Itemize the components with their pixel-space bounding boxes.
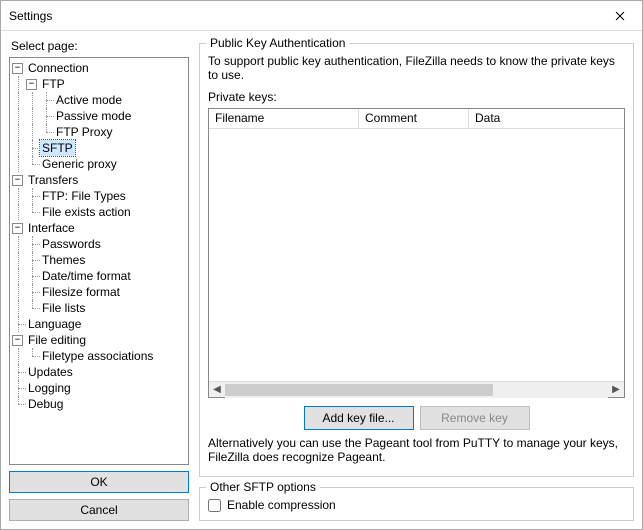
private-keys-list[interactable]: Filename Comment Data ◀ ▶ xyxy=(208,108,625,398)
remove-key-button[interactable]: Remove key xyxy=(420,406,530,430)
private-keys-label: Private keys: xyxy=(208,90,625,104)
tree-item-themes[interactable]: Themes xyxy=(40,252,87,268)
page-tree[interactable]: − Connection − FTP Ac xyxy=(9,57,189,465)
group-public-key-auth: Public Key Authentication To support pub… xyxy=(199,43,634,477)
alternative-text: Alternatively you can use the Pageant to… xyxy=(208,436,625,464)
add-key-file-button[interactable]: Add key file... xyxy=(304,406,414,430)
horizontal-scrollbar[interactable]: ◀ ▶ xyxy=(209,381,624,397)
tree-item-debug[interactable]: Debug xyxy=(26,396,65,412)
tree-item-logging[interactable]: Logging xyxy=(26,380,73,396)
tree-item-language[interactable]: Language xyxy=(26,316,83,332)
close-icon xyxy=(615,11,625,21)
select-page-label: Select page: xyxy=(11,39,189,53)
tree-item-active-mode[interactable]: Active mode xyxy=(54,92,124,108)
col-data[interactable]: Data xyxy=(469,109,624,128)
tree-item-interface[interactable]: Interface xyxy=(26,220,77,236)
tree-item-transfers[interactable]: Transfers xyxy=(26,172,80,188)
titlebar: Settings xyxy=(1,1,642,31)
group-title: Public Key Authentication xyxy=(206,37,349,50)
scroll-right-icon[interactable]: ▶ xyxy=(608,382,624,398)
tree-item-file-lists[interactable]: File lists xyxy=(40,300,87,316)
cancel-button[interactable]: Cancel xyxy=(9,499,189,521)
group-other-sftp: Other SFTP options Enable compression xyxy=(199,487,634,521)
ok-button[interactable]: OK xyxy=(9,471,189,493)
list-header: Filename Comment Data xyxy=(209,109,624,129)
window-title: Settings xyxy=(9,9,597,23)
tree-item-filesize[interactable]: Filesize format xyxy=(40,284,122,300)
tree-item-updates[interactable]: Updates xyxy=(26,364,75,380)
scroll-thumb[interactable] xyxy=(225,384,493,396)
enable-compression-row[interactable]: Enable compression xyxy=(208,498,625,512)
scroll-left-icon[interactable]: ◀ xyxy=(209,382,225,398)
tree-item-ftp-proxy[interactable]: FTP Proxy xyxy=(54,124,114,140)
tree-item-passive-mode[interactable]: Passive mode xyxy=(54,108,133,124)
tree-item-ftp[interactable]: FTP xyxy=(40,76,67,92)
tree-item-filetype-assoc[interactable]: Filetype associations xyxy=(40,348,155,364)
body: Select page: − Connection − xyxy=(1,31,642,529)
expander-icon[interactable]: − xyxy=(26,79,37,90)
key-buttons: Add key file... Remove key xyxy=(208,406,625,430)
tree-item-passwords[interactable]: Passwords xyxy=(40,236,103,252)
scroll-track[interactable] xyxy=(225,382,608,398)
description-text: To support public key authentication, Fi… xyxy=(208,54,625,82)
col-filename[interactable]: Filename xyxy=(209,109,359,128)
enable-compression-checkbox[interactable] xyxy=(208,499,221,512)
enable-compression-label: Enable compression xyxy=(227,498,336,512)
close-button[interactable] xyxy=(597,1,642,31)
right-panel: Public Key Authentication To support pub… xyxy=(199,37,634,521)
settings-window: Settings Select page: − Connection xyxy=(0,0,643,530)
dialog-buttons: OK Cancel xyxy=(9,471,189,521)
tree-item-file-exists[interactable]: File exists action xyxy=(40,204,133,220)
tree-item-datetime[interactable]: Date/time format xyxy=(40,268,133,284)
tree-item-sftp[interactable]: SFTP xyxy=(40,140,75,156)
expander-icon[interactable]: − xyxy=(12,175,23,186)
tree-item-generic-proxy[interactable]: Generic proxy xyxy=(40,156,119,172)
tree-item-file-editing[interactable]: File editing xyxy=(26,332,88,348)
expander-icon[interactable]: − xyxy=(12,63,23,74)
expander-icon[interactable]: − xyxy=(12,335,23,346)
group-title: Other SFTP options xyxy=(206,480,320,494)
left-panel: Select page: − Connection − xyxy=(9,37,189,521)
tree-item-connection[interactable]: Connection xyxy=(26,60,91,76)
list-body[interactable] xyxy=(209,129,624,381)
expander-icon[interactable]: − xyxy=(12,223,23,234)
col-comment[interactable]: Comment xyxy=(359,109,469,128)
tree-item-ftp-file-types[interactable]: FTP: File Types xyxy=(40,188,128,204)
